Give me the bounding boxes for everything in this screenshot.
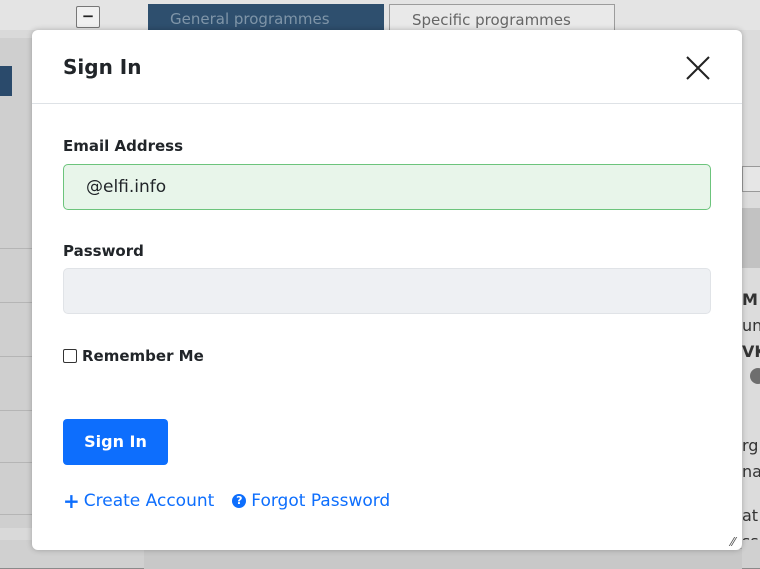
background-divider: [0, 514, 32, 515]
remember-me-label[interactable]: Remember Me: [82, 346, 204, 366]
background-divider: [0, 356, 32, 357]
forgot-password-label: Forgot Password: [251, 491, 391, 511]
create-account-label: Create Account: [83, 491, 215, 511]
close-icon: [686, 56, 710, 80]
question-circle-icon: ?: [232, 494, 247, 508]
background-divider: [0, 462, 32, 463]
modal-header: Sign In: [32, 30, 742, 104]
forgot-password-link[interactable]: ? Forgot Password: [232, 490, 390, 512]
email-field[interactable]: [63, 164, 711, 210]
close-button[interactable]: [680, 52, 716, 84]
remember-me[interactable]: Remember Me: [63, 346, 204, 366]
background-text-fragment: nat: [742, 462, 760, 481]
background-select: [742, 166, 760, 192]
modal-title: Sign In: [63, 55, 142, 79]
background-divider: [0, 248, 32, 249]
background-divider: [0, 410, 32, 411]
background-text-fragment: M: [742, 290, 758, 309]
background-footer-panel: [144, 548, 742, 569]
sign-in-button[interactable]: Sign In: [63, 419, 168, 465]
resize-handle-icon[interactable]: ⁄⁄: [731, 536, 735, 548]
background-avatar: [750, 368, 760, 384]
remember-me-checkbox[interactable]: [63, 349, 77, 363]
password-label: Password: [63, 242, 144, 260]
background-sidebar-marker: [0, 66, 12, 96]
sign-in-modal: Sign In Email Address Password Remember …: [32, 30, 742, 550]
create-account-link[interactable]: + Create Account: [63, 490, 214, 512]
background-sidebar: [0, 38, 32, 528]
background-text-fragment: rg: [742, 436, 759, 455]
account-links: + Create Account ? Forgot Password: [63, 490, 408, 512]
background-text-fragment: at: [742, 506, 759, 525]
background-header-band: [742, 208, 760, 268]
background-text-fragment: VK: [742, 342, 760, 361]
background-text-fragment: un: [742, 316, 760, 335]
background-divider: [0, 302, 32, 303]
email-label: Email Address: [63, 137, 184, 155]
password-field[interactable]: [63, 268, 711, 314]
collapse-button: −: [76, 6, 100, 28]
plus-icon: +: [63, 489, 80, 513]
